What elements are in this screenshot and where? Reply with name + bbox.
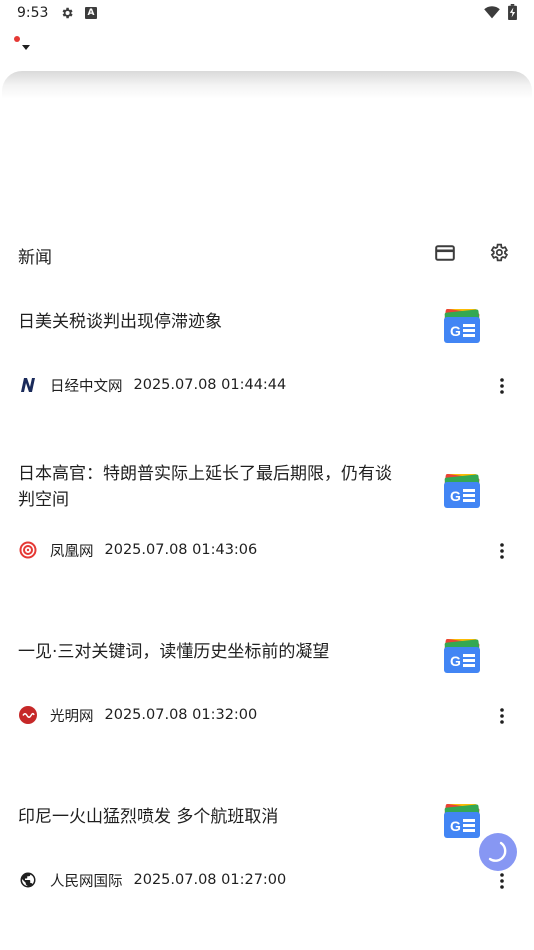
settings-icon[interactable] xyxy=(488,242,509,263)
account-switcher[interactable] xyxy=(10,34,36,54)
svg-text:G: G xyxy=(450,323,461,339)
google-news-icon: G xyxy=(444,639,480,673)
svg-text:G: G xyxy=(450,818,461,834)
more-vert-icon[interactable] xyxy=(496,871,508,891)
google-news-icon: G xyxy=(444,474,480,508)
nikkei-n-icon xyxy=(18,375,38,395)
status-time: 9:53 xyxy=(17,5,49,21)
battery-charging-icon xyxy=(508,4,517,20)
news-title[interactable]: 一见·三对关键词，读懂历史坐标前的凝望 xyxy=(18,639,403,665)
chevron-down-icon xyxy=(22,45,30,50)
google-news-icon: G xyxy=(444,309,480,343)
news-title[interactable]: 日本高官：特朗普实际上延长了最后期限，仍有谈判空间 xyxy=(18,461,403,513)
status-bar: 9:53 A xyxy=(0,0,534,28)
notification-dot xyxy=(14,36,20,42)
loading-arc-icon xyxy=(488,841,507,862)
assistant-bubble[interactable] xyxy=(479,833,517,871)
section-title: 新闻 xyxy=(18,248,52,268)
news-item[interactable]: 日本高官：特朗普实际上延长了最后期限，仍有谈判空间 G 凤凰网 2025.07.… xyxy=(0,461,534,611)
source-row: 凤凰网 2025.07.08 01:43:06 xyxy=(18,539,257,561)
globe-icon xyxy=(18,870,38,890)
wifi-icon xyxy=(484,6,500,19)
source-name: 人民网国际 xyxy=(50,873,123,890)
a-badge-icon: A xyxy=(85,7,97,19)
source-name: 日经中文网 xyxy=(50,378,123,395)
gmw-icon xyxy=(18,705,38,725)
google-news-icon: G xyxy=(444,804,480,838)
ifeng-swirl-icon xyxy=(18,540,38,560)
card-view-icon[interactable] xyxy=(435,244,455,262)
news-item[interactable]: 一见·三对关键词，读懂历史坐标前的凝望 G 光明网 2025.07.08 01:… xyxy=(0,626,534,776)
source-row: 光明网 2025.07.08 01:32:00 xyxy=(18,704,257,726)
svg-text:G: G xyxy=(450,488,461,504)
publish-time: 2025.07.08 01:43:06 xyxy=(104,542,258,558)
news-item[interactable]: 日美关税谈判出现停滞迹象 G 日经中文网 2025.07.08 01:44:44 xyxy=(0,296,534,446)
more-vert-icon[interactable] xyxy=(496,706,508,726)
publish-time: 2025.07.08 01:32:00 xyxy=(104,707,258,723)
news-section-header: 新闻 xyxy=(0,236,534,270)
news-title[interactable]: 印尼一火山猛烈喷发 多个航班取消 xyxy=(18,804,403,830)
news-item[interactable]: 印尼一火山猛烈喷发 多个航班取消 G 人民网国际 2025.07.08 01:2… xyxy=(0,791,534,941)
search-card[interactable] xyxy=(2,71,532,111)
publish-time: 2025.07.08 01:44:44 xyxy=(133,377,287,393)
source-name: 凤凰网 xyxy=(50,543,94,560)
more-vert-icon[interactable] xyxy=(496,376,508,396)
more-vert-icon[interactable] xyxy=(496,541,508,561)
gear-icon xyxy=(62,7,73,19)
source-row: 人民网国际 2025.07.08 01:27:00 xyxy=(18,869,286,891)
svg-text:G: G xyxy=(450,653,461,669)
source-name: 光明网 xyxy=(50,708,94,725)
source-row: 日经中文网 2025.07.08 01:44:44 xyxy=(18,374,286,396)
news-title[interactable]: 日美关税谈判出现停滞迹象 xyxy=(18,309,403,335)
publish-time: 2025.07.08 01:27:00 xyxy=(133,872,287,888)
